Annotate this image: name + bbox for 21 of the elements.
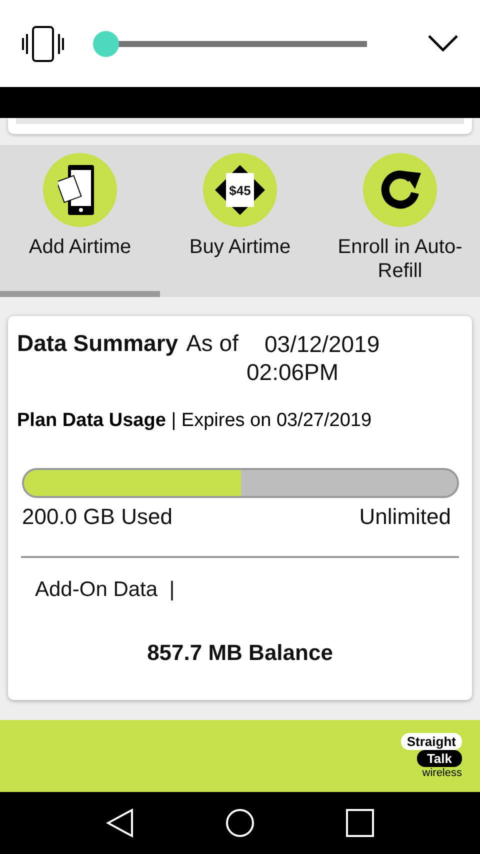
action-tab[interactable]: Enroll in Auto-Refill xyxy=(320,145,480,297)
price-card-icon: $45 xyxy=(215,165,265,215)
vibrate-icon[interactable] xyxy=(22,26,64,62)
as-of-label: As of xyxy=(186,330,238,357)
summary-date: 03/12/2019 xyxy=(264,330,380,358)
brand-logo: Straight Talk wireless xyxy=(400,733,462,779)
home-icon[interactable] xyxy=(224,808,255,838)
plan-label: Plan Data Usage xyxy=(17,410,166,431)
summary-time: 02:06PM xyxy=(246,358,340,386)
used-amount: 200.0 GB Used xyxy=(22,504,172,530)
action-tab[interactable]: $45 Buy Airtime xyxy=(160,145,320,297)
addon-label: Add-On Data | xyxy=(35,578,176,602)
usage-limit: Unlimited xyxy=(359,504,451,530)
recents-icon[interactable] xyxy=(346,809,374,837)
chevron-down-icon[interactable] xyxy=(428,34,458,52)
summary-title: Data Summary xyxy=(17,330,178,357)
balance-text: 857.7 MB Balance xyxy=(146,640,334,666)
slider-thumb[interactable] xyxy=(92,30,119,56)
action-tab[interactable]: Add Airtime xyxy=(0,145,160,297)
expiry-text: | Expires on 03/27/2019 xyxy=(171,410,372,431)
back-icon[interactable] xyxy=(106,808,134,838)
